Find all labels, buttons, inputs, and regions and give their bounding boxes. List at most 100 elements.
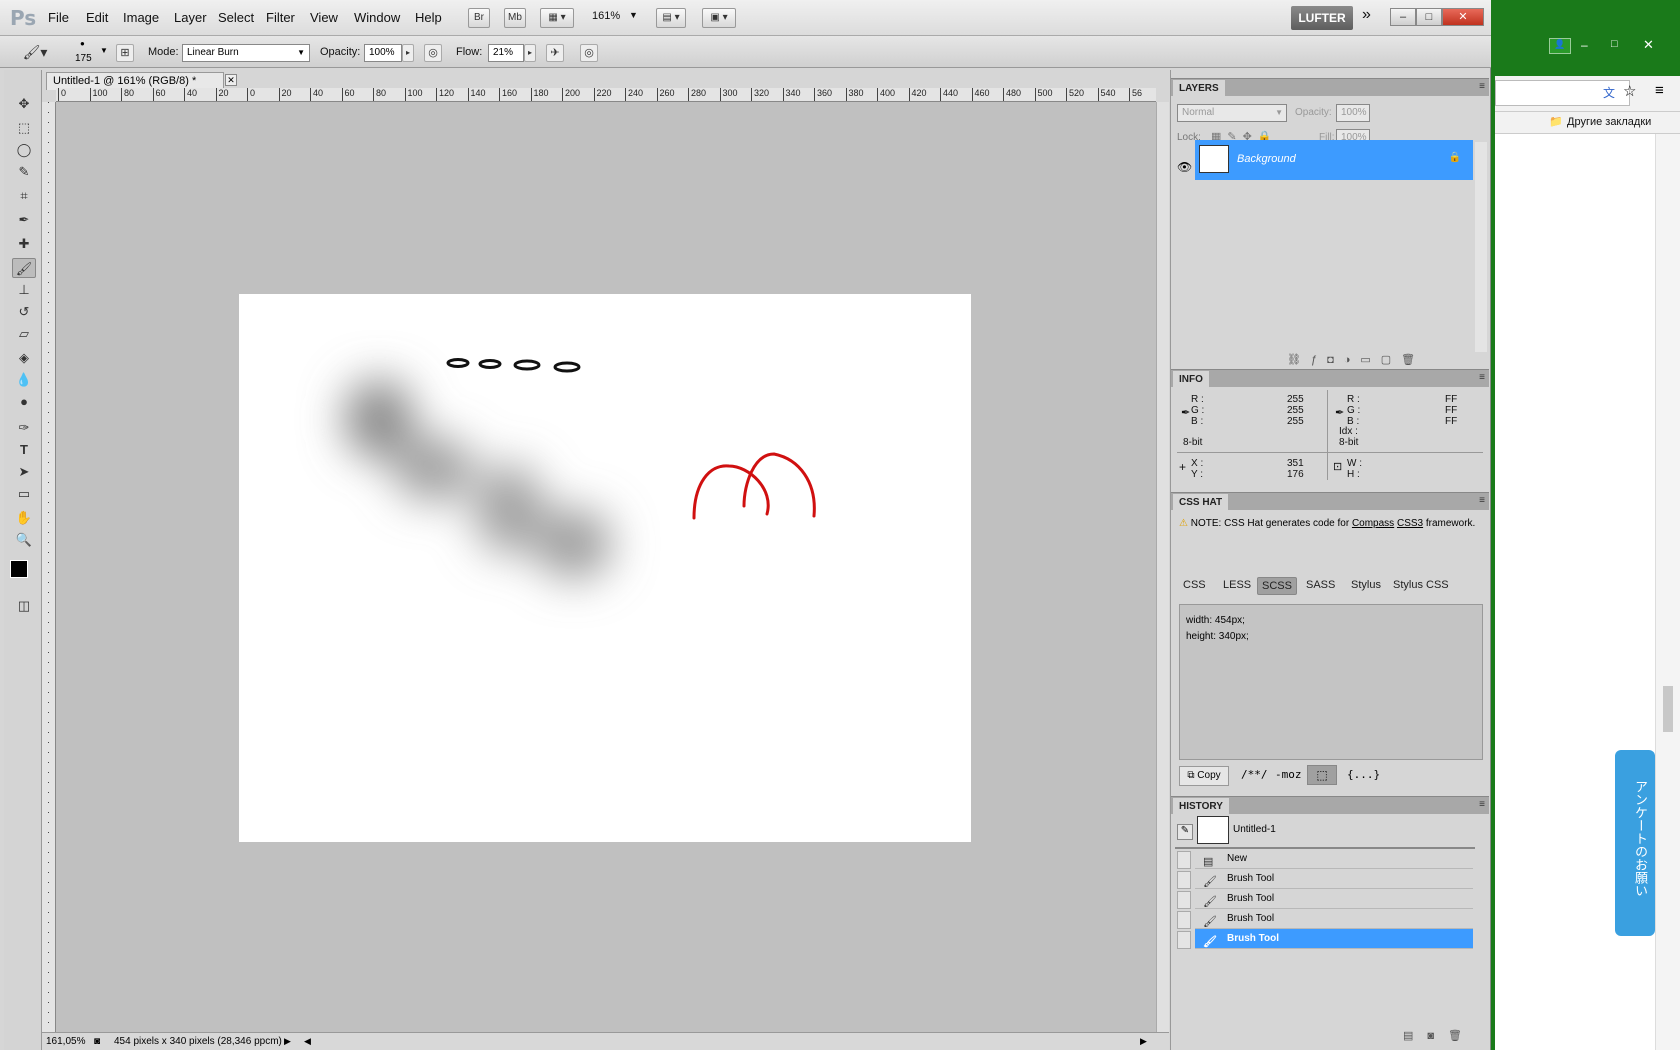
csshat-tab-stylus-css[interactable]: Stylus CSS	[1389, 577, 1453, 593]
history-footer-icons[interactable]: ▤◙🗑	[1403, 1029, 1476, 1042]
airbrush-icon[interactable]: ✈	[546, 44, 564, 62]
layer-name[interactable]: Background	[1237, 153, 1296, 165]
browser-user-icon[interactable]: 👤	[1549, 38, 1571, 54]
history-tab[interactable]: HISTORY	[1173, 798, 1229, 815]
status-icon[interactable]: ◙	[94, 1033, 100, 1050]
zoom-chevron-down-icon[interactable]: ▼	[629, 10, 638, 20]
info-menu-icon[interactable]: ≡	[1479, 372, 1485, 383]
css3-link[interactable]: CSS3	[1397, 518, 1423, 529]
csshat-braces-toggle[interactable]: {...}	[1347, 768, 1380, 781]
quick-selection-tool-icon[interactable]: ✎	[12, 162, 36, 182]
status-zoom[interactable]: 161,05%	[46, 1033, 85, 1050]
menu-edit[interactable]: Edit	[86, 10, 108, 25]
opacity-slider-icon[interactable]: ▸	[402, 44, 414, 62]
other-bookmarks[interactable]: Другие закладки	[1567, 116, 1651, 128]
history-snapshot-name[interactable]: Untitled-1	[1233, 824, 1276, 835]
mini-bridge-button[interactable]: Mb	[504, 8, 526, 28]
hand-tool-icon[interactable]: ✋	[12, 508, 36, 528]
csshat-tab-css[interactable]: CSS	[1179, 577, 1210, 593]
csshat-tab-sass[interactable]: SASS	[1302, 577, 1339, 593]
csshat-code-area[interactable]: width: 454px; height: 340px;	[1179, 604, 1483, 760]
screen-mode-button[interactable]: ▣ ▾	[702, 8, 736, 28]
healing-brush-tool-icon[interactable]: ✚	[12, 234, 36, 254]
flow-field[interactable]: 21%	[488, 44, 524, 62]
rectangle-tool-icon[interactable]: ▭	[12, 484, 36, 504]
menu-filter[interactable]: Filter	[266, 10, 295, 25]
layers-footer-icons[interactable]: ⛓ƒ◘◑▭▢🗑	[1287, 353, 1425, 366]
history-item[interactable]: 🖌 Brush Tool	[1195, 889, 1473, 909]
zoom-tool-icon[interactable]: 🔍	[12, 530, 36, 550]
status-menu-arrow-icon[interactable]: ▶	[284, 1033, 291, 1050]
foreground-color-swatch[interactable]	[10, 560, 28, 578]
path-selection-tool-icon[interactable]: ➤	[12, 462, 36, 482]
menu-layer[interactable]: Layer	[174, 10, 207, 25]
history-brush-tool-icon[interactable]: ↺	[12, 302, 36, 322]
history-checkbox[interactable]	[1177, 851, 1191, 869]
history-brush-source-icon[interactable]: ✎	[1177, 824, 1193, 840]
close-button[interactable]: ✕	[1442, 8, 1484, 26]
opacity-field[interactable]: 100%	[364, 44, 402, 62]
vertical-scrollbar[interactable]	[1156, 102, 1169, 1032]
browser-maximize-button[interactable]: □	[1611, 38, 1618, 50]
dodge-tool-icon[interactable]: ●	[12, 392, 36, 412]
arrange-documents-button[interactable]: ▤ ▾	[656, 8, 686, 28]
history-checkbox[interactable]	[1177, 891, 1191, 909]
layer-opacity-field[interactable]: 100%	[1336, 104, 1370, 122]
pressure-opacity-icon[interactable]: ◎	[424, 44, 442, 62]
history-checkbox[interactable]	[1177, 931, 1191, 949]
history-checkbox[interactable]	[1177, 871, 1191, 889]
csshat-tab-scss[interactable]: SCSS	[1257, 577, 1297, 595]
info-tab[interactable]: INFO	[1173, 371, 1209, 388]
pen-tool-icon[interactable]: ✑	[12, 418, 36, 438]
history-snapshot-thumb[interactable]	[1197, 816, 1229, 844]
bridge-button[interactable]: Br	[468, 8, 490, 28]
browser-scrollbar[interactable]	[1655, 134, 1680, 1050]
more-workspaces-icon[interactable]: »	[1362, 6, 1371, 24]
hscroll-right-icon[interactable]: ▶	[1140, 1033, 1147, 1050]
layers-menu-icon[interactable]: ≡	[1479, 81, 1485, 92]
marquee-tool-icon[interactable]: ⬚	[12, 118, 36, 138]
browser-menu-icon[interactable]: ≡	[1655, 82, 1664, 99]
document-canvas[interactable]	[239, 294, 971, 842]
mode-select[interactable]: Linear Burn ▼	[182, 44, 310, 62]
menu-select[interactable]: Select	[218, 10, 254, 25]
brush-tool-icon[interactable]: 🖌	[12, 258, 36, 278]
hscroll-left-icon[interactable]: ◀	[304, 1033, 311, 1050]
menu-file[interactable]: File	[48, 10, 69, 25]
bookmark-star-icon[interactable]: ☆	[1623, 82, 1636, 100]
browser-scroll-thumb[interactable]	[1663, 686, 1673, 732]
brush-preset-icon[interactable]: 🖌▾	[18, 44, 52, 62]
menu-view[interactable]: View	[310, 10, 338, 25]
paint-bucket-tool-icon[interactable]: ◈	[12, 348, 36, 368]
layers-scrollbar[interactable]	[1475, 142, 1487, 352]
layers-tab[interactable]: LAYERS	[1173, 80, 1225, 97]
type-tool-icon[interactable]: T	[12, 440, 36, 460]
quick-mask-icon[interactable]: ◫	[12, 596, 36, 616]
csshat-tab-stylus[interactable]: Stylus	[1347, 577, 1385, 593]
brush-size-chevron-icon[interactable]: ▼	[100, 46, 108, 55]
zoom-level[interactable]: 161%	[592, 10, 620, 22]
history-item[interactable]: 🖌 Brush Tool	[1195, 909, 1473, 929]
canvas-area[interactable]	[56, 102, 1156, 1032]
menu-image[interactable]: Image	[123, 10, 159, 25]
history-item-active[interactable]: 🖌 Brush Tool	[1195, 929, 1473, 949]
browser-minimize-button[interactable]: –	[1581, 38, 1588, 52]
history-menu-icon[interactable]: ≡	[1479, 799, 1485, 810]
view-extras-button[interactable]: ▦ ▾	[540, 8, 574, 28]
translate-icon[interactable]: 文	[1603, 84, 1615, 101]
history-checkbox[interactable]	[1177, 911, 1191, 929]
csshat-copy-button[interactable]: ⧉ Copy	[1179, 766, 1229, 786]
csshat-tab-less[interactable]: LESS	[1219, 577, 1255, 593]
flow-slider-icon[interactable]: ▸	[524, 44, 536, 62]
minimize-button[interactable]: –	[1390, 8, 1416, 26]
clone-stamp-tool-icon[interactable]: ⊥	[12, 280, 36, 300]
blur-tool-icon[interactable]: 💧	[12, 370, 36, 390]
compass-link[interactable]: Compass	[1352, 518, 1394, 529]
crop-tool-icon[interactable]: ⌗	[12, 186, 36, 206]
eyedropper-tool-icon[interactable]: ✒	[12, 210, 36, 230]
maximize-button[interactable]: □	[1416, 8, 1442, 26]
lasso-tool-icon[interactable]: ◯	[12, 140, 36, 160]
brush-size[interactable]: 175	[75, 53, 92, 64]
pressure-size-icon[interactable]: ◎	[580, 44, 598, 62]
menu-help[interactable]: Help	[415, 10, 442, 25]
